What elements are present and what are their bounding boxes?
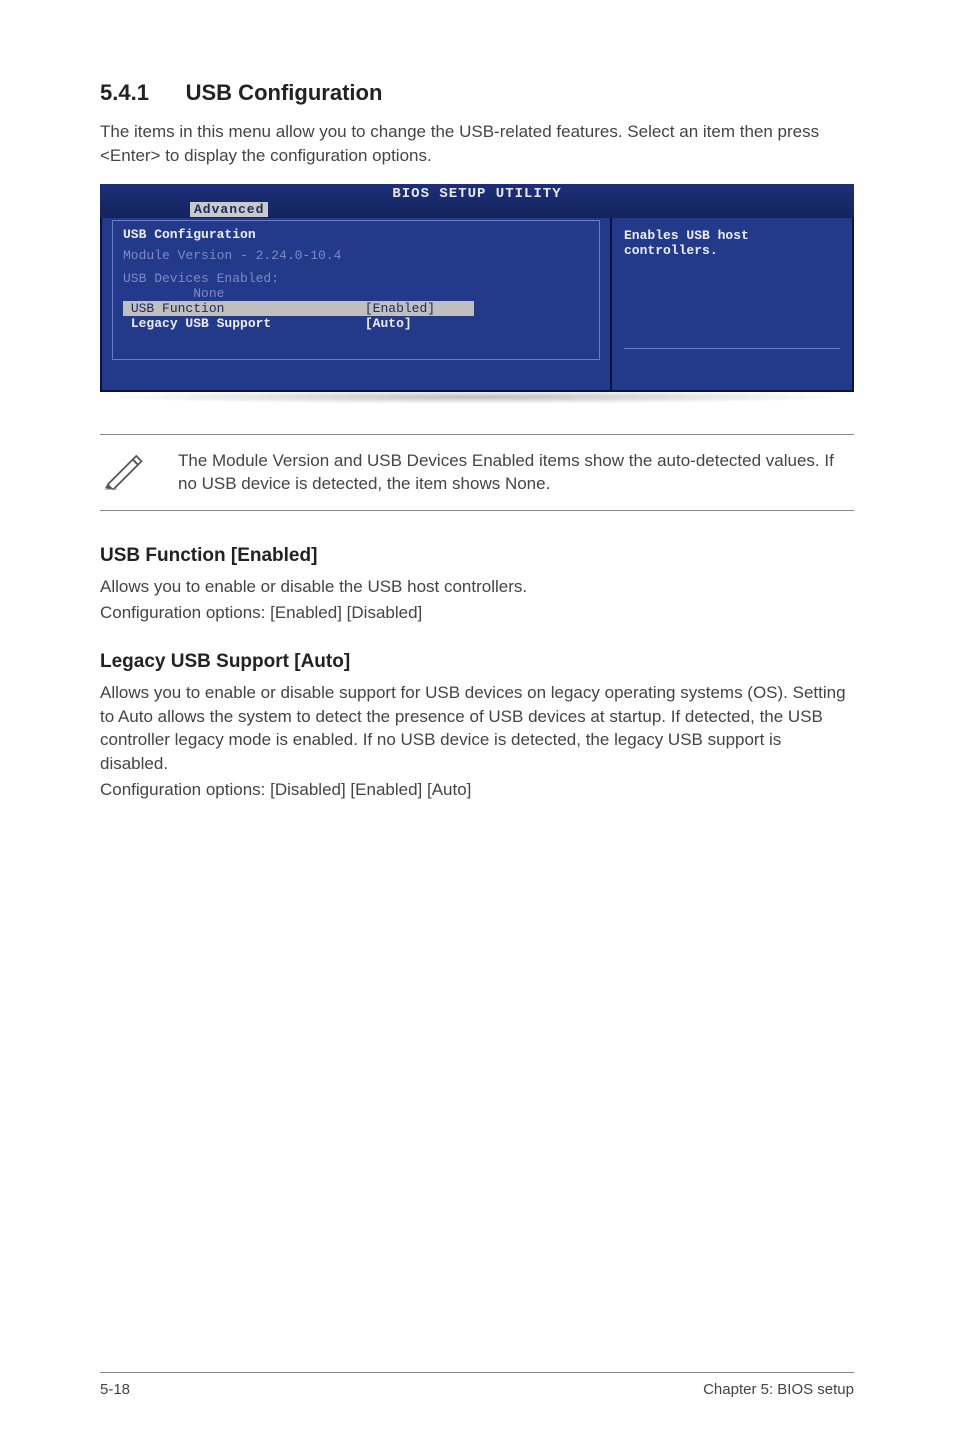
bios-devices-label: USB Devices Enabled:	[123, 271, 589, 286]
footer-page-number: 5-18	[100, 1381, 130, 1398]
bios-row-legacy: Legacy USB Support [Auto]	[123, 316, 589, 331]
bios-shadow	[100, 390, 854, 404]
legacy-usb-options: Configuration options: [Disabled] [Enabl…	[100, 778, 854, 802]
note-block: The Module Version and USB Devices Enabl…	[100, 434, 854, 512]
note-pencil-icon	[100, 449, 148, 496]
bios-module-version: Module Version - 2.24.0-10.4	[123, 248, 589, 263]
section-heading: 5.4.1 USB Configuration	[100, 80, 854, 106]
bios-title: BIOS SETUP UTILITY	[100, 186, 854, 202]
legacy-usb-desc: Allows you to enable or disable support …	[100, 681, 854, 776]
legacy-usb-heading: Legacy USB Support [Auto]	[100, 651, 854, 673]
bios-help-line1: Enables USB host	[624, 228, 840, 243]
bios-devices-value: None	[123, 286, 589, 301]
section-intro: The items in this menu allow you to chan…	[100, 120, 854, 168]
bios-right-panel: Enables USB host controllers.	[612, 218, 852, 390]
legacy-usb-block: Legacy USB Support [Auto] Allows you to …	[100, 651, 854, 802]
usb-function-block: USB Function [Enabled] Allows you to ena…	[100, 545, 854, 625]
bios-panel-heading: USB Configuration	[123, 227, 589, 242]
section-title-text: USB Configuration	[186, 80, 383, 105]
footer-chapter: Chapter 5: BIOS setup	[703, 1381, 854, 1398]
bios-body: USB Configuration Module Version - 2.24.…	[100, 218, 854, 392]
bios-titlebar: BIOS SETUP UTILITY Advanced	[100, 184, 854, 218]
page-footer: 5-18 Chapter 5: BIOS setup	[100, 1372, 854, 1398]
bios-screenshot: BIOS SETUP UTILITY Advanced USB Configur…	[100, 184, 854, 404]
bios-usb-function-row: USB Function [Enabled]	[123, 301, 474, 316]
bios-tab-row: Advanced	[100, 202, 854, 218]
bios-row-usb-function: USB Function [Enabled]	[123, 301, 589, 316]
usb-function-heading: USB Function [Enabled]	[100, 545, 854, 567]
bios-help-line2: controllers.	[624, 243, 840, 258]
note-text: The Module Version and USB Devices Enabl…	[178, 449, 854, 497]
usb-function-options: Configuration options: [Enabled] [Disabl…	[100, 601, 854, 625]
section-number: 5.4.1	[100, 80, 149, 105]
bios-tab-advanced: Advanced	[190, 202, 268, 217]
bios-left-panel: USB Configuration Module Version - 2.24.…	[102, 218, 612, 390]
usb-function-desc: Allows you to enable or disable the USB …	[100, 575, 854, 599]
